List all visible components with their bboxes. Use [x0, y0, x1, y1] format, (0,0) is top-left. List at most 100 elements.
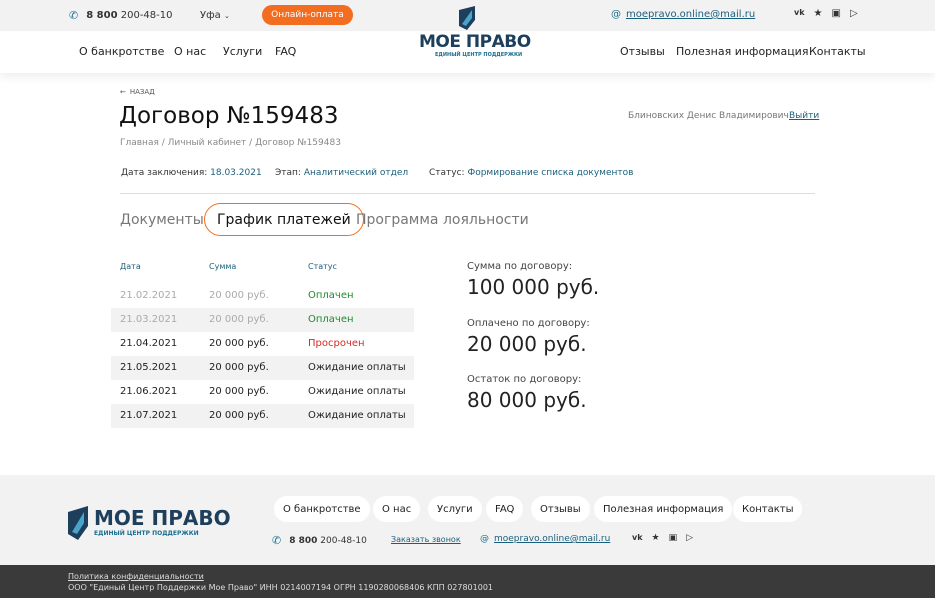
table-row: 21.02.2021 20 000 руб. Оплачен — [111, 284, 414, 308]
logo-name: МОЕ ПРАВО — [419, 32, 531, 52]
footer-logo[interactable]: МОЕ ПРАВО ЕДИНЫЙ ЦЕНТР ПОДДЕРЖКИ — [68, 506, 231, 540]
odnoklassniki-icon[interactable]: ★ — [652, 533, 660, 543]
footer-nav-services[interactable]: Услуги — [428, 496, 482, 522]
row-amount: 20 000 руб. — [209, 362, 269, 373]
header-phone[interactable]: ✆ 8 800 200-48-10 — [69, 9, 173, 22]
breadcrumb-cabinet[interactable]: Личный кабинет — [168, 138, 247, 148]
vk-icon[interactable]: vk — [794, 8, 805, 19]
odnoklassniki-icon[interactable]: ★ — [814, 8, 823, 19]
footer-phone-code: 8 800 — [289, 535, 318, 546]
footer-nav-about[interactable]: О нас — [373, 496, 421, 522]
row-amount: 20 000 руб. — [209, 338, 269, 349]
footer-email-text: moepravo.online@mail.ru — [494, 534, 611, 544]
contract-stage: Этап: Аналитический отдел — [275, 168, 408, 178]
footer-nav-reviews[interactable]: Отзывы — [531, 496, 590, 522]
at-icon: @ — [480, 534, 489, 544]
breadcrumb-current: Договор №159483 — [255, 138, 341, 148]
nav-item-bankruptcy[interactable]: О банкротстве — [79, 45, 164, 58]
row-status: Просрочен — [308, 338, 365, 349]
paid-sum-label: Оплачено по договору: — [467, 318, 590, 329]
remaining-sum-value: 80 000 руб. — [467, 388, 587, 412]
vk-icon[interactable]: vk — [632, 533, 643, 543]
logout-link[interactable]: Выйти — [789, 111, 819, 121]
divider — [120, 193, 815, 194]
row-date: 21.05.2021 — [120, 362, 178, 373]
phone-icon: ✆ — [272, 534, 282, 547]
tab-loyalty-program[interactable]: Программа лояльности — [356, 203, 529, 236]
nav-item-useful-info[interactable]: Полезная информация — [676, 45, 808, 58]
column-header-status: Статус — [308, 262, 337, 271]
legal-bar: Политика конфиденциальности ООО "Единый … — [0, 565, 935, 598]
row-date: 21.06.2021 — [120, 386, 178, 397]
row-status: Ожидание оплаты — [308, 362, 406, 373]
footer-email[interactable]: @ moepravo.online@mail.ru — [480, 534, 610, 544]
contract-status: Статус: Формирование списка документов — [429, 168, 633, 178]
nav-item-contacts[interactable]: Контакты — [809, 45, 866, 58]
footer-socials: vk ★ ▣ ▷ — [632, 533, 693, 543]
row-amount: 20 000 руб. — [209, 386, 269, 397]
footer-phone-number: 200-48-10 — [320, 535, 367, 546]
table-row: 21.03.2021 20 000 руб. Оплачен — [111, 308, 414, 332]
row-amount: 20 000 руб. — [209, 290, 269, 301]
logo-subtitle: ЕДИНЫЙ ЦЕНТР ПОДДЕРЖКИ — [435, 52, 523, 58]
youtube-icon[interactable]: ▷ — [686, 533, 693, 543]
total-sum-label: Сумма по договору: — [467, 261, 573, 272]
privacy-policy-link[interactable]: Политика конфиденциальности — [68, 572, 204, 581]
city-selector[interactable]: Уфа ⌄ — [200, 10, 230, 21]
column-header-amount: Сумма — [209, 262, 237, 271]
footer-nav-faq[interactable]: FAQ — [486, 496, 524, 522]
table-row: 21.07.2021 20 000 руб. Ожидание оплаты — [111, 404, 414, 428]
footer-phone[interactable]: ✆ 8 800 200-48-10 — [272, 534, 367, 547]
nav-item-about[interactable]: О нас — [174, 45, 206, 58]
footer-nav-contacts[interactable]: Контакты — [733, 496, 803, 522]
contract-stage-value: Аналитический отдел — [303, 168, 409, 178]
header-email[interactable]: @ moepravo.online@mail.ru — [611, 9, 755, 20]
table-row: 21.05.2021 20 000 руб. Ожидание оплаты — [111, 356, 414, 380]
online-payment-button[interactable]: Онлайн-оплата — [262, 5, 353, 25]
footer: МОЕ ПРАВО ЕДИНЫЙ ЦЕНТР ПОДДЕРЖКИ О банкр… — [0, 475, 935, 565]
youtube-icon[interactable]: ▷ — [850, 8, 858, 19]
logo-mark-icon — [68, 506, 88, 540]
header-email-text: moepravo.online@mail.ru — [626, 9, 756, 20]
header-socials: vk ★ ▣ ▷ — [794, 8, 858, 19]
row-status: Оплачен — [308, 290, 354, 301]
contract-date-label: Дата заключения: — [121, 168, 208, 178]
nav-item-services[interactable]: Услуги — [223, 45, 262, 58]
instagram-icon[interactable]: ▣ — [669, 533, 678, 543]
arrow-left-icon: ← — [120, 88, 126, 96]
contract-stage-label: Этап: — [275, 168, 301, 178]
footer-logo-name: МОЕ ПРАВО — [94, 506, 231, 530]
at-icon: @ — [611, 9, 621, 20]
tab-documents[interactable]: Документы — [120, 203, 204, 236]
header-logo[interactable]: МОЕ ПРАВО ЕДИНЫЙ ЦЕНТР ПОДДЕРЖКИ — [419, 6, 531, 64]
chevron-down-icon: ⌄ — [223, 12, 230, 20]
row-date: 21.04.2021 — [120, 338, 178, 349]
nav-item-reviews[interactable]: Отзывы — [620, 45, 665, 58]
user-name: Блиновских Денис Владимирович — [628, 111, 789, 121]
row-status: Ожидание оплаты — [308, 410, 406, 421]
row-amount: 20 000 руб. — [209, 410, 269, 421]
instagram-icon[interactable]: ▣ — [832, 8, 841, 19]
page-title: Договор №159483 — [119, 103, 339, 129]
row-status: Оплачен — [308, 314, 354, 325]
legal-info: ООО "Единый Центр Поддержки Мое Право" И… — [68, 583, 494, 592]
request-callback-link[interactable]: Заказать звонок — [391, 535, 461, 544]
contract-date: Дата заключения: 18.03.2021 — [121, 168, 262, 178]
row-date: 21.02.2021 — [120, 290, 178, 301]
footer-nav-bankruptcy[interactable]: О банкротстве — [274, 496, 370, 522]
back-link[interactable]: ← НАЗАД — [120, 88, 155, 96]
breadcrumb: Главная / Личный кабинет / Договор №1594… — [120, 138, 341, 148]
row-status: Ожидание оплаты — [308, 386, 406, 397]
phone-number: 200-48-10 — [120, 10, 173, 21]
row-date: 21.07.2021 — [120, 410, 178, 421]
tab-payment-schedule[interactable]: График платежей — [204, 203, 364, 236]
footer-nav-useful-info[interactable]: Полезная информация — [594, 496, 733, 522]
breadcrumb-home[interactable]: Главная — [120, 138, 159, 148]
paid-sum-value: 20 000 руб. — [467, 332, 587, 356]
contract-status-label: Статус: — [429, 168, 465, 178]
nav-item-faq[interactable]: FAQ — [275, 45, 296, 58]
phone-icon: ✆ — [69, 9, 79, 22]
contract-status-value: Формирование списка документов — [467, 168, 634, 178]
footer-logo-subtitle: ЕДИНЫЙ ЦЕНТР ПОДДЕРЖКИ — [94, 530, 199, 537]
back-label: НАЗАД — [129, 88, 155, 96]
